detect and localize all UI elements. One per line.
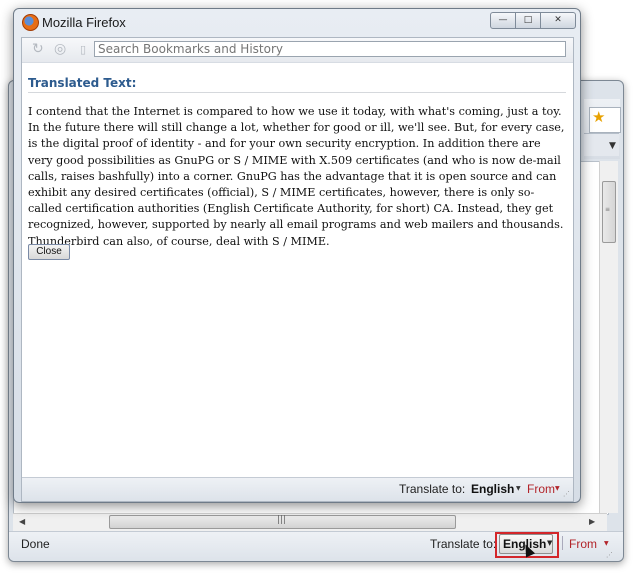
- translated-text-heading: Translated Text:: [28, 76, 137, 90]
- status-separator: [562, 536, 563, 550]
- chevron-down-icon[interactable]: ▼: [516, 485, 521, 492]
- close-button[interactable]: Close: [28, 244, 70, 260]
- chevron-down-icon[interactable]: ▼: [547, 539, 552, 547]
- status-text: Done: [21, 537, 50, 551]
- stop-icon[interactable]: ◎: [54, 41, 66, 57]
- translate-to-label: Translate to:: [430, 537, 497, 551]
- bookmark-star-icon[interactable]: ★: [592, 108, 605, 126]
- scroll-left-arrow-icon[interactable]: ◀: [19, 517, 25, 526]
- language-select-label[interactable]: English: [471, 482, 514, 496]
- popup-titlebar[interactable]: Mozilla Firefox — □ ✕: [14, 9, 580, 35]
- search-input[interactable]: [94, 41, 566, 57]
- resize-grip-icon[interactable]: ⋰: [606, 551, 613, 559]
- translated-text-body: I contend that the Internet is compared …: [28, 105, 565, 248]
- reload-icon[interactable]: ↻: [32, 41, 44, 57]
- maximize-button[interactable]: □: [515, 12, 541, 29]
- from-language-link[interactable]: From: [569, 537, 597, 551]
- firefox-logo-icon: [22, 14, 39, 31]
- close-window-button[interactable]: ✕: [540, 12, 576, 29]
- translation-popup-window: Mozilla Firefox — □ ✕ ↻ ◎ ▯ Translated T…: [13, 8, 581, 503]
- heading-divider: [28, 92, 566, 93]
- tab-list-dropdown-icon[interactable]: ▼: [609, 141, 616, 151]
- minimize-button[interactable]: —: [490, 12, 516, 29]
- scroll-grip-icon: ≡: [605, 206, 611, 213]
- from-language-link[interactable]: From: [527, 482, 555, 496]
- translate-to-label: Translate to:: [399, 482, 466, 496]
- scroll-grip-icon: |||: [277, 515, 287, 525]
- popup-content: ↻ ◎ ▯ Translated Text: I contend that th…: [21, 37, 574, 502]
- scroll-right-arrow-icon[interactable]: ▶: [589, 517, 595, 526]
- resize-grip-icon[interactable]: ⋰: [563, 490, 570, 498]
- chevron-down-icon[interactable]: ▼: [604, 540, 609, 547]
- page-icon: ▯: [80, 43, 87, 56]
- popup-title: Mozilla Firefox: [42, 15, 126, 30]
- navigation-toolbar: ↻ ◎ ▯: [22, 38, 573, 63]
- chevron-down-icon[interactable]: ▼: [555, 485, 560, 492]
